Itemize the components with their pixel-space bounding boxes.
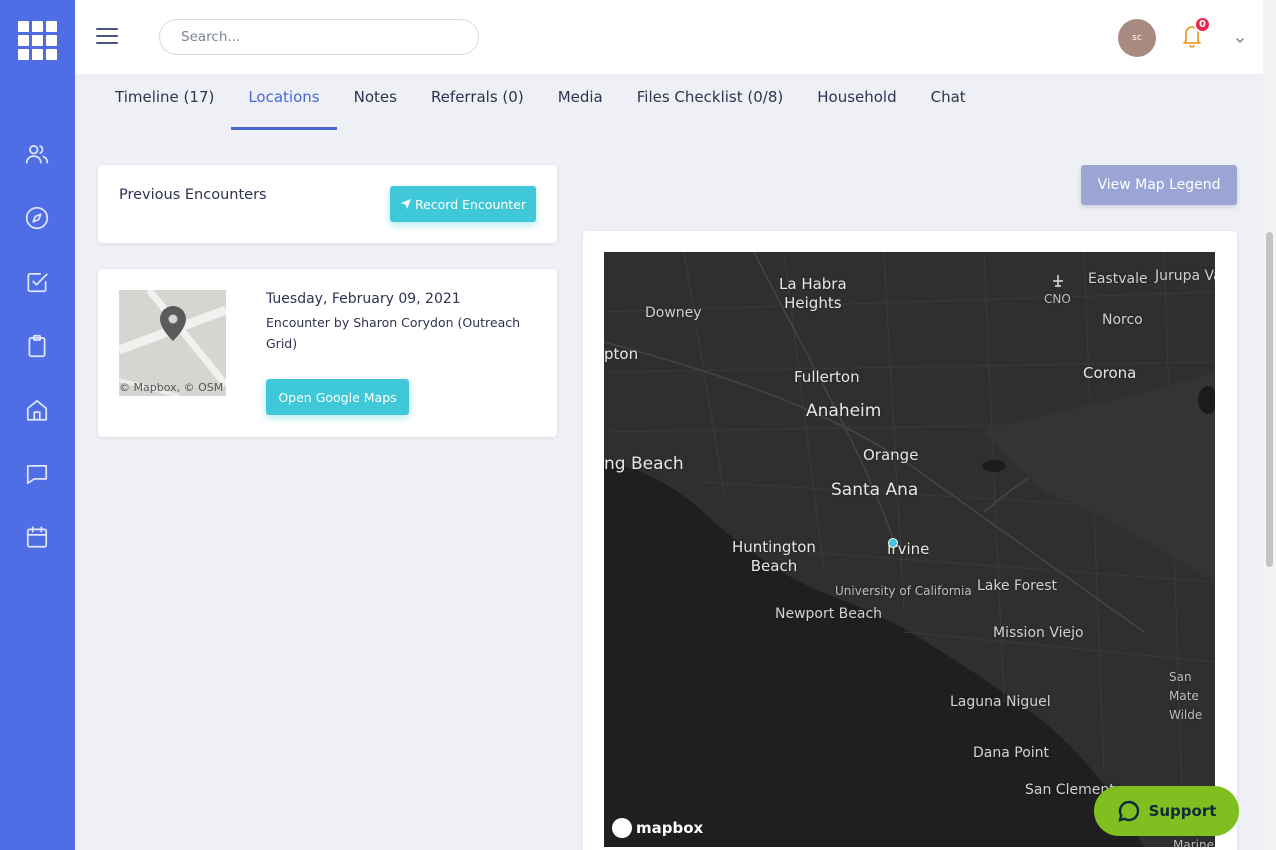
tab-notes[interactable]: Notes [337,78,414,130]
map-label-anaheim: Anaheim [806,401,882,421]
tab-chat[interactable]: Chat [914,78,983,130]
map-label-la-habra: La Habra Heights [779,275,847,312]
users-icon[interactable] [23,140,51,168]
mapbox-logo-icon [612,818,632,838]
tab-files-checklist[interactable]: Files Checklist (0/8) [620,78,800,130]
map-label-norco: Norco [1102,312,1143,328]
avatar-initials: sc [1132,33,1142,43]
apps-grid-icon[interactable] [18,21,58,60]
support-label: Support [1148,802,1217,820]
home-icon[interactable] [23,396,51,424]
tab-household[interactable]: Household [800,78,913,130]
encounter-item: © Mapbox, © OSM Tuesday, February 09, 20… [98,269,557,437]
encounters-header-card: Previous Encounters Record Encounter [98,165,557,243]
map-label-jurupa: Jurupa Va [1155,268,1215,284]
view-map-legend-button[interactable]: View Map Legend [1081,165,1237,205]
map-label-downey: Downey [645,305,702,321]
map-label-marine: Marine C [1173,838,1215,847]
chat-bubble-icon [1117,800,1139,822]
notification-badge: 0 [1194,16,1211,33]
map-label-huntington: Huntington Beach [732,538,816,575]
page-scrollbar[interactable] [1263,0,1276,850]
record-encounter-button[interactable]: Record Encounter [390,186,536,222]
map-label-corona: Corona [1083,364,1137,382]
map-label-san-mateo: San Mate Wilde [1169,670,1203,722]
encounter-date: Tuesday, February 09, 2021 [266,291,461,307]
tab-timeline[interactable]: Timeline (17) [98,78,231,130]
map-label-uc: University of California [835,584,972,598]
compass-icon[interactable] [23,204,51,232]
map-label-pton: pton [604,345,639,363]
map-label-fullerton: Fullerton [794,368,860,386]
search-input[interactable] [159,19,479,55]
tab-locations[interactable]: Locations [231,78,337,130]
map-label-long-beach: ng Beach [604,454,684,474]
chat-icon[interactable] [23,460,51,488]
bell-icon[interactable]: 0 [1180,16,1211,50]
airport-icon [1053,275,1063,287]
navigation-arrow-icon [400,199,411,209]
mapbox-logo: mapbox [612,818,703,838]
encounter-map-thumbnail[interactable]: © Mapbox, © OSM [119,290,226,396]
map-label-santa-ana: Santa Ana [831,480,919,500]
map-card: La Habra Heights Downey CNO Eastvale Jur… [583,231,1237,850]
map-label-dana-point: Dana Point [973,745,1050,761]
thumbnail-attribution: © Mapbox, © OSM [119,381,224,394]
encounters-title: Previous Encounters [119,187,267,203]
map-label-laguna: Laguna Niguel [950,694,1051,710]
map-label-eastvale: Eastvale [1088,271,1148,287]
open-google-maps-button[interactable]: Open Google Maps [266,379,409,415]
location-marker[interactable] [888,538,898,548]
chevron-down-icon[interactable] [1235,30,1245,44]
tab-bar: Timeline (17) Locations Notes Referrals … [98,78,983,130]
top-header: sc 0 [75,0,1263,74]
support-button[interactable]: Support [1094,786,1239,836]
record-encounter-label: Record Encounter [414,196,527,212]
tab-media[interactable]: Media [541,78,620,130]
mapbox-logo-text: mapbox [636,819,704,837]
encounter-author: Encounter by Sharon Corydon (Outreach Gr… [266,315,521,351]
avatar[interactable]: sc [1118,19,1156,57]
menu-icon[interactable] [96,28,118,46]
clipboard-icon[interactable] [23,332,51,360]
map-view[interactable]: La Habra Heights Downey CNO Eastvale Jur… [604,252,1215,847]
tab-referrals[interactable]: Referrals (0) [414,78,541,130]
calendar-icon[interactable] [23,523,51,551]
scrollbar-thumb[interactable] [1266,232,1273,567]
map-label-newport: Newport Beach [775,606,883,622]
checkbox-icon[interactable] [23,268,51,296]
sidebar [0,0,75,850]
map-label-orange: Orange [863,446,919,464]
map-label-mission-viejo: Mission Viejo [993,625,1084,641]
map-label-lake-forest: Lake Forest [977,578,1058,594]
map-label-cno: CNO [1044,292,1071,306]
